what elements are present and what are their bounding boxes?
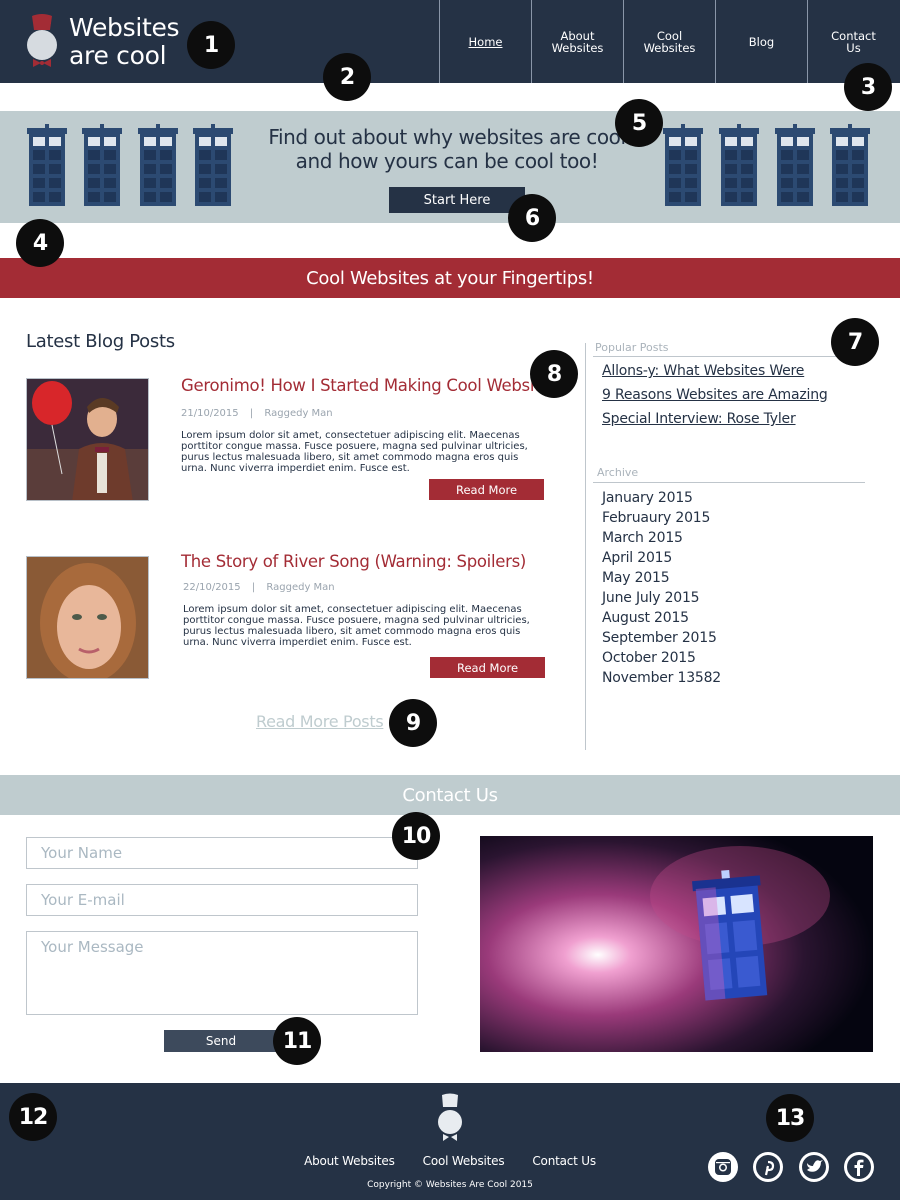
archive-month-link[interactable]: September 2015 <box>602 628 721 648</box>
post-meta-1: 21/10/2015 | Raggedy Man <box>181 408 333 419</box>
tardis-icon <box>775 124 815 206</box>
footer-link-cool-websites[interactable]: Cool Websites <box>423 1154 505 1168</box>
river-song-portrait-image <box>27 557 148 678</box>
nav-cool-websites[interactable]: Cool Websites <box>623 0 715 83</box>
callout-marker: 11 <box>273 1017 321 1065</box>
footer-mascot-icon <box>438 1093 462 1141</box>
tardis-icon <box>27 124 67 206</box>
callout-marker: 6 <box>508 194 556 242</box>
post-title-2[interactable]: The Story of River Song (Warning: Spoile… <box>181 552 526 571</box>
post-date: 21/10/2015 <box>181 408 239 419</box>
read-more-posts-link[interactable]: Read More Posts <box>256 712 384 731</box>
popular-post-link[interactable]: Special Interview: Rose Tyler <box>602 411 796 427</box>
fingertips-banner: Cool Websites at your Fingertips! <box>0 258 900 298</box>
post-title-1[interactable]: Geronimo! How I Started Making Cool Webs… <box>181 376 559 395</box>
blog-heading: Latest Blog Posts <box>26 331 175 352</box>
post-thumbnail-2[interactable] <box>26 556 149 679</box>
nav-home[interactable]: Home <box>439 0 531 83</box>
logo-wordmark[interactable]: Websites are cool <box>69 13 180 70</box>
footer-link-contact-us[interactable]: Contact Us <box>532 1154 596 1168</box>
archive-rule <box>593 482 865 483</box>
logo-mascot-icon[interactable] <box>24 12 60 70</box>
copyright-text: Copyright © Websites Are Cool 2015 <box>367 1180 533 1190</box>
post-thumbnail-1[interactable] <box>26 378 149 501</box>
archive-month-link[interactable]: August 2015 <box>602 608 721 628</box>
sidebar-divider <box>585 343 586 750</box>
tardis-icon <box>663 124 703 206</box>
send-button[interactable]: Send <box>164 1030 278 1052</box>
callout-marker: 3 <box>844 63 892 111</box>
callout-marker: 4 <box>16 219 64 267</box>
archive-list: January 2015 Februaury 2015 March 2015 A… <box>602 488 721 688</box>
callout-marker: 8 <box>530 350 578 398</box>
nav-about-websites[interactable]: About Websites <box>531 0 623 83</box>
post-author[interactable]: Raggedy Man <box>264 408 332 419</box>
logo-line2: are cool <box>69 41 167 70</box>
meta-separator: | <box>249 408 254 419</box>
hero-line1: Find out about why websites are cool <box>268 125 626 149</box>
tardis-icon <box>193 124 233 206</box>
tardis-space-illustration <box>480 836 873 1052</box>
man-with-balloon-image <box>27 379 148 500</box>
archive-month-link[interactable]: May 2015 <box>602 568 721 588</box>
post-excerpt-2: Lorem ipsum dolor sit amet, consectetuer… <box>183 604 530 648</box>
twitter-icon[interactable] <box>799 1152 829 1182</box>
archive-month-link[interactable]: June July 2015 <box>602 588 721 608</box>
archive-month-link[interactable]: January 2015 <box>602 488 721 508</box>
callout-marker: 7 <box>831 318 879 366</box>
tardis-icon <box>138 124 178 206</box>
footer-link-about-websites[interactable]: About Websites <box>304 1154 395 1168</box>
name-field[interactable] <box>26 837 418 869</box>
email-field[interactable] <box>26 884 418 916</box>
tardis-icon <box>830 124 870 206</box>
instagram-icon[interactable] <box>708 1152 738 1182</box>
hero-line2: and how yours can be cool too! <box>295 149 599 173</box>
callout-marker: 13 <box>766 1094 814 1142</box>
archive-month-link[interactable]: Februaury 2015 <box>602 508 721 528</box>
nav-blog[interactable]: Blog <box>715 0 807 83</box>
archive-month-link[interactable]: October 2015 <box>602 648 721 668</box>
logo-line1: Websites <box>69 13 180 42</box>
facebook-icon[interactable] <box>844 1152 874 1182</box>
callout-marker: 10 <box>392 812 440 860</box>
footer-links: About Websites Cool Websites Contact Us <box>300 1154 600 1168</box>
archive-month-link[interactable]: March 2015 <box>602 528 721 548</box>
tardis-icon <box>719 124 759 206</box>
popular-posts-heading: Popular Posts <box>595 341 669 354</box>
tardis-in-space-image <box>480 836 873 1052</box>
message-field[interactable] <box>26 931 418 1015</box>
start-here-button[interactable]: Start Here <box>389 187 525 213</box>
read-more-button-2[interactable]: Read More <box>430 657 545 678</box>
post-excerpt-1: Lorem ipsum dolor sit amet, consectetuer… <box>181 430 528 474</box>
read-more-button-1[interactable]: Read More <box>429 479 544 500</box>
popular-post-link[interactable]: Allons-y: What Websites Were <box>602 363 804 379</box>
callout-marker: 12 <box>9 1093 57 1141</box>
callout-marker: 5 <box>615 99 663 147</box>
archive-month-link[interactable]: November 13582 <box>602 668 721 688</box>
pinterest-icon[interactable] <box>753 1152 783 1182</box>
callout-marker: 1 <box>187 21 235 69</box>
callout-marker: 9 <box>389 699 437 747</box>
archive-month-link[interactable]: April 2015 <box>602 548 721 568</box>
hero-tagline: Find out about why websites are cool and… <box>262 125 632 173</box>
post-author[interactable]: Raggedy Man <box>266 582 334 593</box>
post-date: 22/10/2015 <box>183 582 241 593</box>
contact-heading-bar: Contact Us <box>0 775 900 815</box>
popular-post-link[interactable]: 9 Reasons Websites are Amazing <box>602 387 828 403</box>
archive-heading: Archive <box>597 466 639 479</box>
tardis-icon <box>82 124 122 206</box>
main-nav: Home About Websites Cool Websites Blog C… <box>439 0 900 83</box>
meta-separator: | <box>251 582 256 593</box>
popular-rule <box>593 356 865 357</box>
callout-marker: 2 <box>323 53 371 101</box>
post-meta-2: 22/10/2015 | Raggedy Man <box>183 582 335 593</box>
